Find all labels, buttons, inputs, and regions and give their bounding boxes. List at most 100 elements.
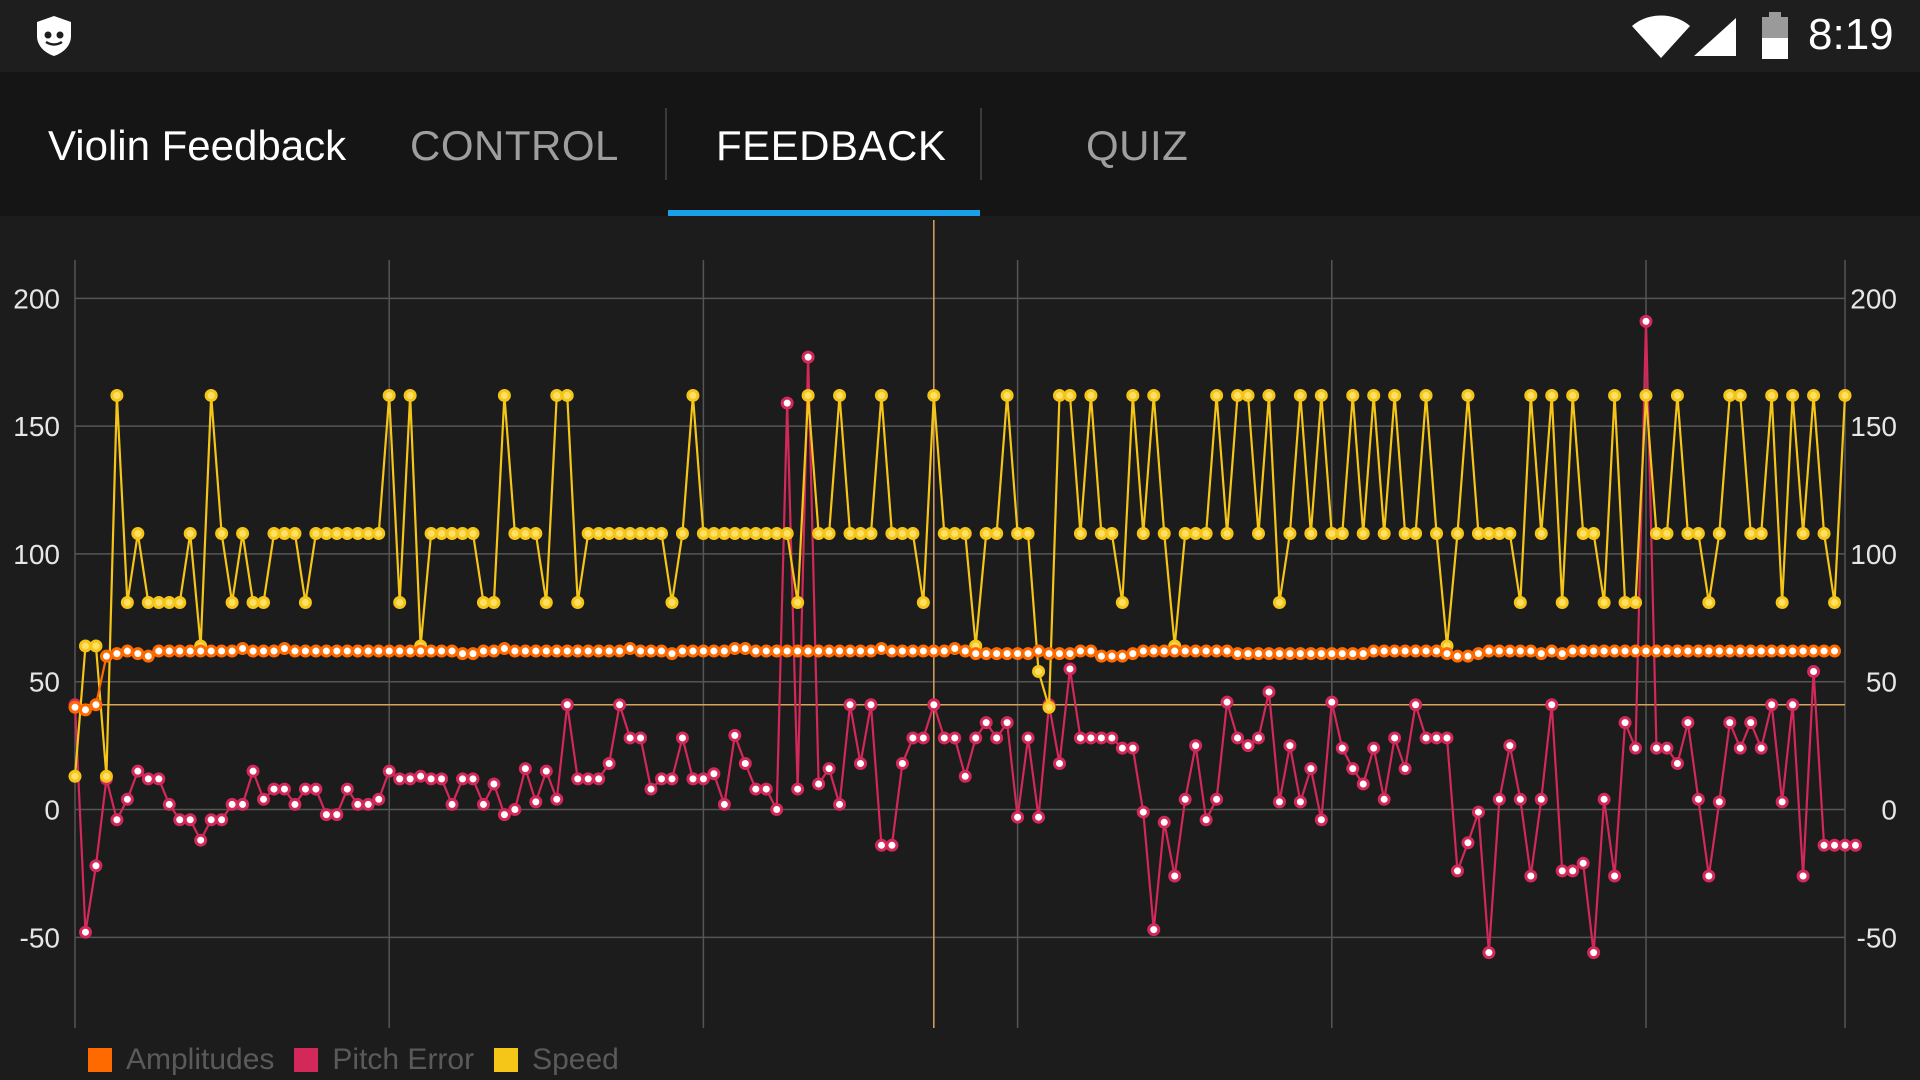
data-point-amplitudes — [1513, 644, 1527, 658]
data-point-speed — [1419, 388, 1433, 402]
data-point-speed — [288, 526, 302, 540]
tab-quiz[interactable]: QUIZ — [1086, 122, 1188, 170]
data-point-speed — [1461, 388, 1475, 402]
status-bar: 8:19 — [0, 0, 1920, 72]
data-point-amplitudes — [1534, 647, 1548, 661]
data-point-amplitudes — [895, 644, 909, 658]
data-point-speed — [854, 526, 868, 540]
data-point-speed — [466, 526, 480, 540]
y-tick-label-right: 100 — [1850, 539, 1897, 570]
data-point-pitch-error — [906, 731, 920, 745]
data-point-amplitudes — [1356, 647, 1370, 661]
data-point-amplitudes — [1283, 647, 1297, 661]
data-point-amplitudes — [1712, 644, 1726, 658]
wifi-icon — [1632, 15, 1690, 58]
data-point-speed — [476, 595, 490, 609]
data-point-speed — [1597, 595, 1611, 609]
data-point-pitch-error — [309, 782, 323, 796]
data-point-pitch-error — [110, 813, 124, 827]
data-point-pitch-error — [822, 762, 836, 776]
tab-feedback[interactable]: FEEDBACK — [716, 122, 946, 170]
data-point-speed — [571, 595, 585, 609]
data-point-pitch-error — [613, 698, 627, 712]
data-point-speed — [351, 526, 365, 540]
data-point-amplitudes — [435, 644, 449, 658]
data-point-pitch-error — [1105, 731, 1119, 745]
data-point-amplitudes — [141, 649, 155, 663]
data-point-pitch-error — [833, 797, 847, 811]
data-point-pitch-error — [686, 772, 700, 786]
data-point-amplitudes — [1754, 644, 1768, 658]
legend-label-pitch-error: Pitch Error — [332, 1043, 475, 1076]
data-point-pitch-error — [456, 772, 470, 786]
data-point-amplitudes — [1817, 644, 1831, 658]
data-point-pitch-error — [1482, 946, 1496, 960]
data-point-speed — [822, 526, 836, 540]
data-point-speed — [937, 526, 951, 540]
data-point-pitch-error — [1262, 685, 1276, 699]
data-point-amplitudes — [874, 642, 888, 656]
data-point-pitch-error — [1283, 739, 1297, 753]
data-point-amplitudes — [550, 644, 564, 658]
data-point-amplitudes — [1251, 647, 1265, 661]
data-point-speed — [246, 595, 260, 609]
data-point-amplitudes — [791, 644, 805, 658]
data-point-speed — [1293, 388, 1307, 402]
data-point-speed — [1639, 388, 1653, 402]
data-point-amplitudes — [1210, 644, 1224, 658]
feedback-chart-area[interactable]: 200200150150100100505000-50-500306090120… — [0, 216, 1920, 1080]
tab-control[interactable]: CONTROL — [410, 122, 619, 170]
data-point-speed — [1178, 526, 1192, 540]
data-point-amplitudes — [277, 642, 291, 656]
legend-label-amplitudes: Amplitudes — [126, 1043, 275, 1076]
data-point-amplitudes — [330, 644, 344, 658]
data-point-speed — [696, 526, 710, 540]
y-tick-label-left: 150 — [13, 411, 60, 442]
data-point-pitch-error — [1702, 869, 1716, 883]
data-point-amplitudes — [927, 644, 941, 658]
data-point-speed — [1807, 388, 1821, 402]
data-point-amplitudes — [456, 647, 470, 661]
data-point-speed — [1492, 526, 1506, 540]
y-tick-label-right: 200 — [1850, 283, 1897, 314]
data-point-speed — [173, 595, 187, 609]
data-point-pitch-error — [340, 782, 354, 796]
data-point-speed — [1356, 526, 1370, 540]
data-point-speed — [592, 526, 606, 540]
data-point-amplitudes — [539, 644, 553, 658]
legend-item-pitch-error: Pitch Error — [294, 1043, 474, 1077]
data-point-speed — [780, 526, 794, 540]
data-point-speed — [225, 595, 239, 609]
data-point-amplitudes — [131, 647, 145, 661]
data-point-amplitudes — [1011, 647, 1025, 661]
data-point-speed — [927, 388, 941, 402]
data-point-speed — [204, 388, 218, 402]
data-point-pitch-error — [497, 808, 511, 822]
data-point-amplitudes — [89, 698, 103, 712]
data-point-amplitudes — [1702, 644, 1716, 658]
data-point-pitch-error — [550, 792, 564, 806]
data-point-speed — [1482, 526, 1496, 540]
data-point-speed — [1011, 526, 1025, 540]
data-point-amplitudes — [1157, 644, 1171, 658]
data-point-pitch-error — [937, 731, 951, 745]
data-point-pitch-error — [1712, 795, 1726, 809]
data-point-pitch-error — [1828, 838, 1842, 852]
data-point-amplitudes — [717, 644, 731, 658]
data-point-pitch-error — [1765, 698, 1779, 712]
data-point-pitch-error — [707, 767, 721, 781]
data-point-amplitudes — [644, 644, 658, 658]
data-point-speed — [1409, 526, 1423, 540]
data-point-pitch-error — [246, 764, 260, 778]
data-point-amplitudes — [1147, 644, 1161, 658]
feedback-chart[interactable]: 200200150150100100505000-50-500306090120… — [0, 216, 1920, 1080]
data-point-pitch-error — [215, 813, 229, 827]
data-point-speed — [1314, 388, 1328, 402]
data-point-amplitudes — [424, 644, 438, 658]
data-point-amplitudes — [319, 644, 333, 658]
data-point-pitch-error — [780, 396, 794, 410]
data-point-speed — [1073, 526, 1087, 540]
data-point-speed — [1786, 388, 1800, 402]
data-point-pitch-error — [236, 797, 250, 811]
data-point-speed — [958, 526, 972, 540]
